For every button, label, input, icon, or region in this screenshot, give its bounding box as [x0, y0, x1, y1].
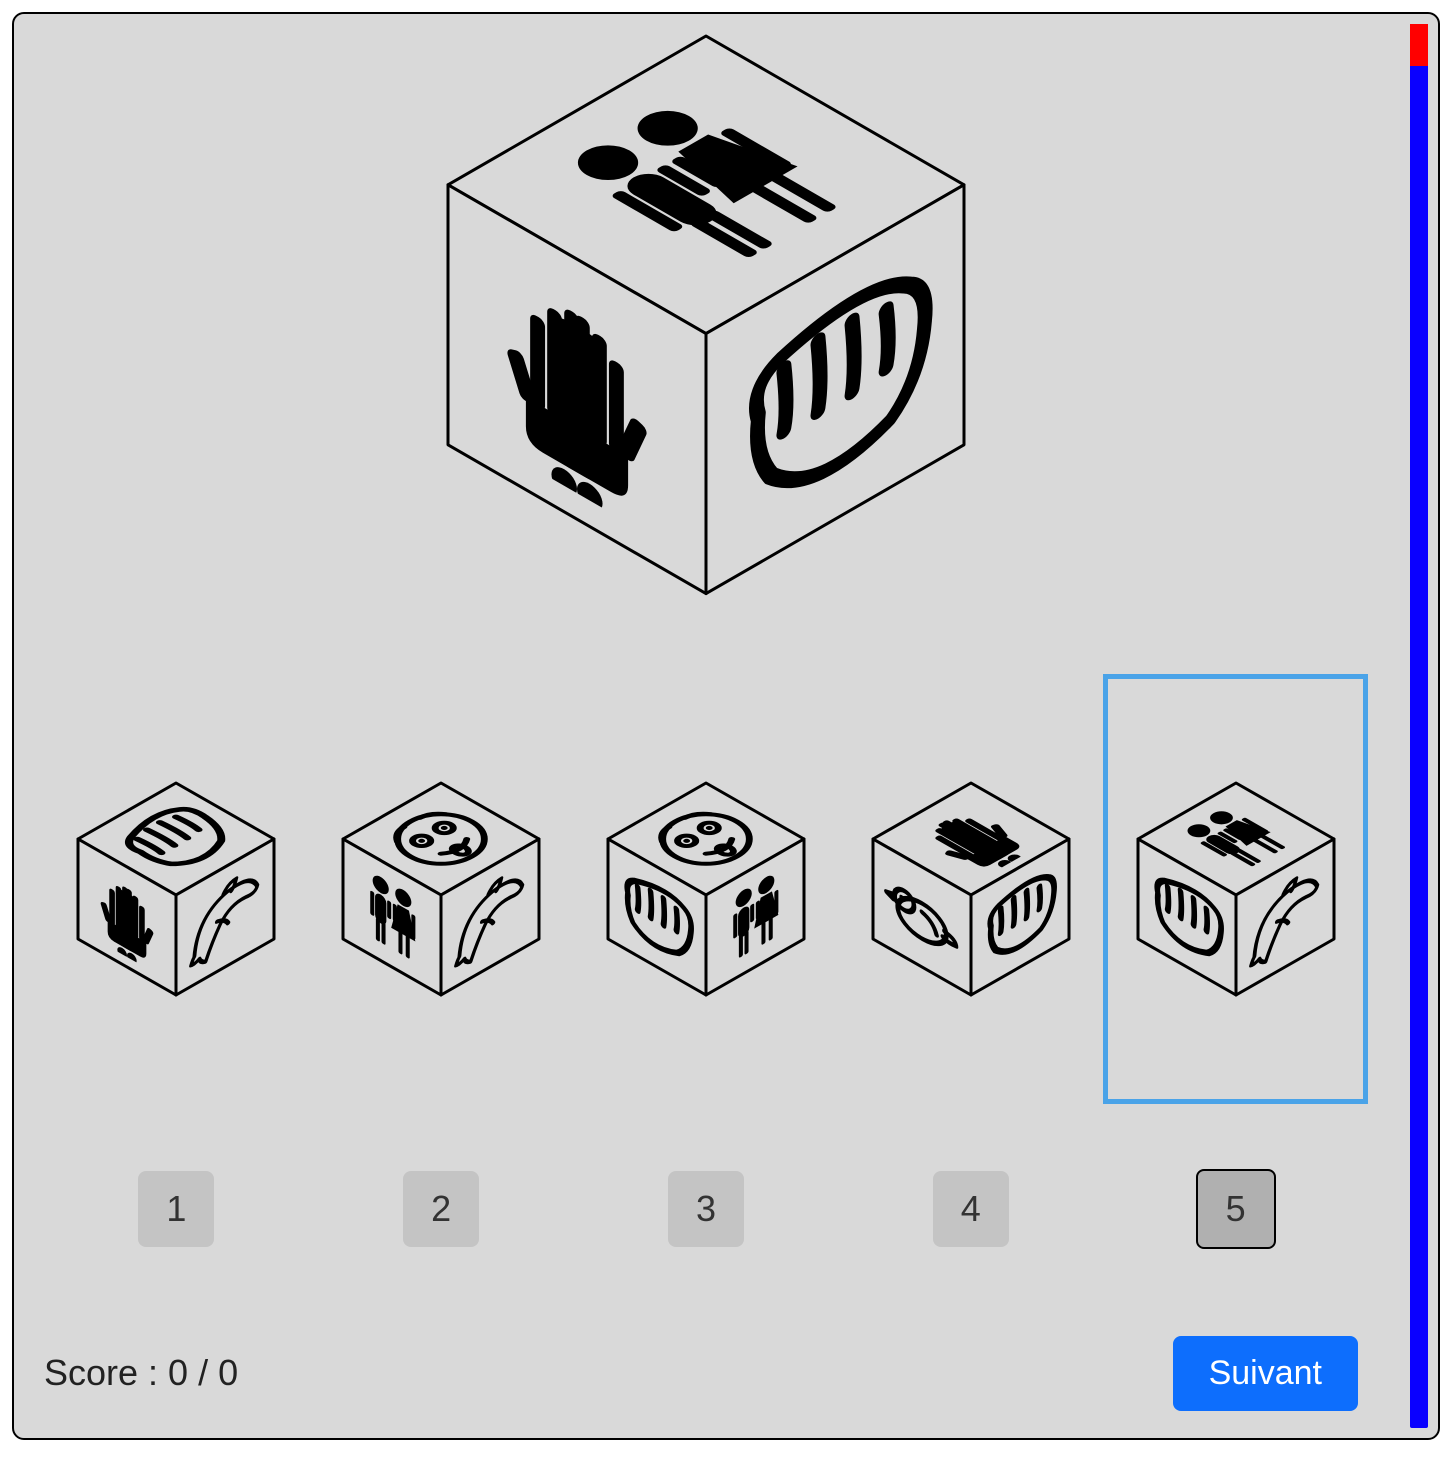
option-cube-1[interactable]	[44, 674, 309, 1104]
answer-label: 4	[933, 1171, 1009, 1247]
options-row	[44, 674, 1368, 1104]
answer-label: 1	[138, 1171, 214, 1247]
timer-bar	[1410, 24, 1428, 1428]
answer-buttons-row: 1 2 3 4 5	[44, 1164, 1368, 1254]
footer: Score : 0 / 0 Suivant	[44, 1338, 1358, 1408]
option-cube-2[interactable]	[309, 674, 574, 1104]
option-cube-5[interactable]	[1103, 674, 1368, 1104]
answer-button-4[interactable]: 4	[838, 1164, 1103, 1254]
answer-button-2[interactable]: 2	[309, 1164, 574, 1254]
answer-label: 5	[1196, 1169, 1276, 1249]
answer-button-1[interactable]: 1	[44, 1164, 309, 1254]
answer-label: 3	[668, 1171, 744, 1247]
reference-cube-area	[14, 14, 1398, 614]
game-frame: 1 2 3 4 5 Score : 0 / 0 Suivant	[12, 12, 1440, 1440]
answer-label: 2	[403, 1171, 479, 1247]
answer-button-5[interactable]: 5	[1103, 1164, 1368, 1254]
timer-elapsed	[1410, 24, 1428, 66]
next-button[interactable]: Suivant	[1173, 1336, 1358, 1411]
option-cube-3[interactable]	[574, 674, 839, 1104]
score-text: Score : 0 / 0	[44, 1352, 238, 1394]
content-area: 1 2 3 4 5 Score : 0 / 0 Suivant	[14, 14, 1398, 1438]
reference-cube	[446, 34, 966, 596]
option-cube-4[interactable]	[838, 674, 1103, 1104]
answer-button-3[interactable]: 3	[574, 1164, 839, 1254]
